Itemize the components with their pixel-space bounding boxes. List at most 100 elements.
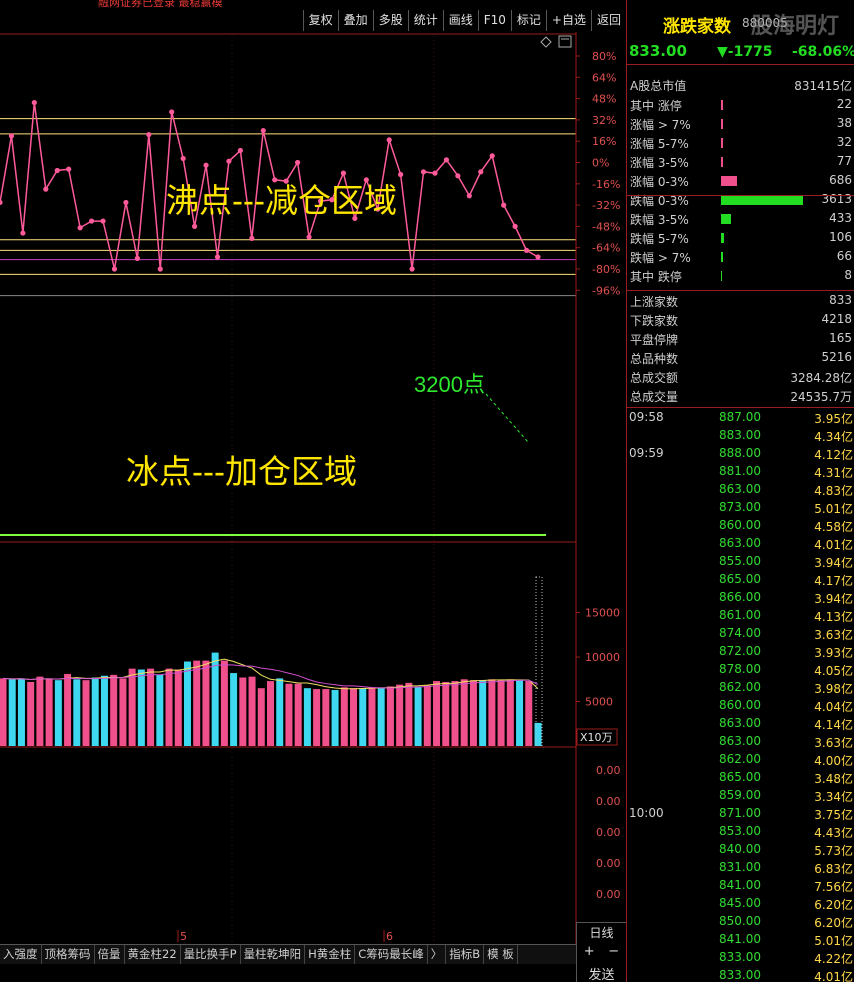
zoom-in-button[interactable]: + [584,944,595,964]
date-label: 6 [386,930,393,943]
series-point [535,254,541,260]
indicator-tab[interactable]: H黄金柱 [305,945,356,964]
volume-bar [276,678,284,746]
volume-bar [230,673,238,746]
toolbar-button[interactable]: +自选 [545,10,591,31]
period-label[interactable]: 日线 [576,922,626,944]
indicator-tab[interactable]: 〉 [428,945,447,964]
tick-row: 833.00 4.01亿 [719,968,853,982]
watermark-logo: 股海明灯 [751,14,840,39]
series-point [77,225,83,231]
tick-row: 10:00 871.00 3.75亿 [629,806,853,822]
toolbar-button[interactable]: 多股 [372,10,408,31]
toolbar-button[interactable]: 标记 [510,10,546,31]
volume-bar [202,660,210,746]
y-tick-label: 48% [592,93,616,106]
distribution-row: 跌幅 > 7% 66 [630,249,852,265]
indicator-tab[interactable]: 量比换手P [181,945,241,964]
indicator-tab[interactable]: 顶格筹码 [42,945,95,964]
volume-bar [516,680,524,746]
series-point [455,173,461,179]
volume-bar [82,680,90,746]
index-title: 涨跌家数 [663,17,731,37]
distribution-bar [721,100,723,110]
volume-bar [331,689,339,746]
distribution-row: 涨幅 5-7% 32 [630,135,852,151]
toolbar-button[interactable]: 叠加 [337,10,373,31]
tick-list[interactable]: 09:58 887.00 3.95亿 883.00 4.34亿 09:59 888.00 4.… [627,409,854,982]
y-tick-label: 16% [592,135,616,148]
stat-row: 上涨家数 833 [630,293,852,309]
volume-bar [423,685,431,746]
y-tick-label: 80% [592,50,616,63]
volume-bar [248,676,256,746]
volume-bar [147,668,155,746]
tick-row: 883.00 4.34亿 [719,428,853,444]
volume-bar [497,680,505,746]
toolbar-button[interactable]: 统计 [407,10,443,31]
tick-row: 840.00 5.73亿 [719,842,853,858]
send-button[interactable]: 发送 [576,964,626,982]
y-tick-label: -80% [592,263,620,276]
volume-bar [73,679,81,746]
series-point [157,266,163,272]
series-point [214,254,221,260]
indicator-tab[interactable]: 入强度 [0,945,42,964]
series-point [134,255,140,261]
volume-bar [479,680,487,746]
distribution-row: 跌幅 0-3% 3613 [630,192,852,208]
series-point [466,193,472,199]
y-tick-label: -32% [592,199,620,212]
series-point [0,199,3,206]
distribution-row: 涨幅 0-3% 686 [630,173,852,189]
indicator-tab[interactable]: 指标B [446,945,485,964]
toolbar-button[interactable]: 复权 [302,10,338,31]
tick-row: 845.00 6.20亿 [719,896,853,912]
app-window: 融网证券已登录 最稳赢模 复权 叠加 多股 统计 画线 F10 标记 +自选 返回 80% 64%… [0,0,854,982]
market-cap-row: A股总市值 831415亿 [630,79,852,93]
stat-row: 总品种数 5216 [630,350,852,366]
tick-row: 881.00 4.31亿 [719,464,853,480]
series-point [432,170,438,176]
indicator-tab[interactable]: C筹码最长峰 [355,945,428,964]
distribution-bar [721,233,724,243]
distribution-bar [721,157,723,167]
indicator-tab[interactable]: 模 板 [484,945,518,964]
volume-bar [64,673,72,746]
right-panel: 涨跌家数 880005 股海明灯 833.00 ▼-1775 -68.06% A… [626,0,854,982]
toolbar-button[interactable]: 画线 [442,10,478,31]
diamond-icon[interactable] [540,36,552,48]
volume-bar [368,687,376,746]
indicator-tab[interactable]: 黄金柱22 [125,945,181,964]
series-point [123,199,129,206]
series-point [31,99,37,106]
zoom-controls: + − [576,944,626,964]
series-point [260,127,266,134]
volume-bar [525,681,533,746]
indicator-tab[interactable]: 倍量 [95,945,125,964]
tick-row: 866.00 3.94亿 [719,590,853,606]
volume-bar [303,688,311,746]
indicator-tick-label: 0.00 [596,764,621,777]
volume-bar [165,668,173,746]
window-icon[interactable] [558,35,572,48]
volume-bar [8,679,16,746]
volume-bar [91,677,99,746]
volume-bar [257,688,265,746]
volume-bar [386,686,394,746]
indicator-tab[interactable]: 量柱乾坤阳 [241,945,306,964]
series-point [191,223,198,229]
main-chart[interactable]: 80% 64% 48% 32% 16% 0% -16% -32% -48% -64% -80% -96… [0,32,626,982]
chart-settings-icons[interactable] [540,35,572,48]
toolbar-button[interactable]: F10 [477,10,511,31]
volume-bar [433,681,441,746]
tick-row: 850.00 6.20亿 [719,914,853,930]
price-row: 833.00 ▼-1775 -68.06% [627,40,854,64]
toolbar-button[interactable]: 返回 [590,10,626,31]
series-point [20,230,26,236]
distribution-row: 涨幅 > 7% 38 [630,116,852,132]
tick-row: 853.00 4.43亿 [719,824,853,840]
zoom-out-button[interactable]: − [608,944,619,964]
current-value: 833.00 [629,42,687,60]
indicator-tick-label: 0.00 [596,888,621,901]
